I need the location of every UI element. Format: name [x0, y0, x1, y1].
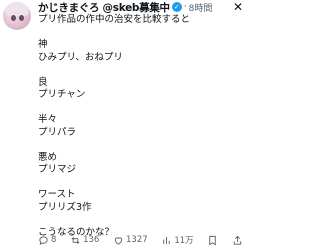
avatar-eye-right — [19, 15, 24, 21]
post-body: プリ作品の作中の治安を比較すると 神 ひみプリ、おねプリ 良 プリチャン 半々 … — [38, 14, 243, 239]
repost-button[interactable]: 136 — [70, 235, 99, 246]
post-line: 半々 — [38, 114, 58, 125]
post-line: ひみプリ、おねプリ — [38, 51, 123, 63]
header-separator: · — [183, 2, 187, 12]
post-header: かじきまぐろ @skeb募集中 ✓ · 8時間 — [38, 0, 248, 14]
avatar-hair — [5, 2, 29, 16]
close-icon[interactable]: ✕ — [232, 0, 244, 14]
post-line: プリマジ — [38, 164, 77, 175]
like-icon — [114, 236, 123, 245]
like-button[interactable]: 1327 — [113, 235, 148, 246]
verified-badge-icon: ✓ — [171, 2, 182, 12]
reply-icon — [39, 235, 48, 245]
views-count: 11万 — [174, 236, 194, 246]
repost-count: 136 — [83, 235, 100, 245]
post-line: プリリズ3作 — [38, 201, 92, 213]
post-time[interactable]: 8時間 — [189, 1, 213, 14]
like-count: 1327 — [126, 235, 148, 245]
bookmark-icon — [209, 235, 217, 245]
action-bar: 8 136 1327 11万 — [38, 233, 243, 247]
repost-icon — [71, 236, 80, 244]
author-name[interactable]: かじきまぐろ @skeb募集中 — [38, 0, 170, 15]
post-line: 良 — [38, 76, 48, 88]
views-button[interactable]: 11万 — [161, 234, 194, 246]
share-icon — [233, 235, 242, 245]
post-line: プリパラ — [38, 126, 77, 138]
avatar[interactable] — [3, 2, 31, 30]
post-line: ワースト — [38, 189, 76, 200]
views-icon — [163, 236, 171, 244]
share-button[interactable] — [232, 235, 243, 246]
reply-button[interactable]: 8 — [38, 235, 56, 246]
avatar-eye-left — [11, 15, 16, 21]
post-line: 悪め — [38, 151, 58, 163]
post-line: プリ作品の作中の治安を比較すると — [38, 14, 191, 25]
reply-count: 8 — [51, 235, 57, 245]
post-line: 神 — [38, 39, 48, 50]
bookmark-button[interactable] — [207, 235, 218, 246]
post-line: プリチャン — [38, 89, 86, 100]
